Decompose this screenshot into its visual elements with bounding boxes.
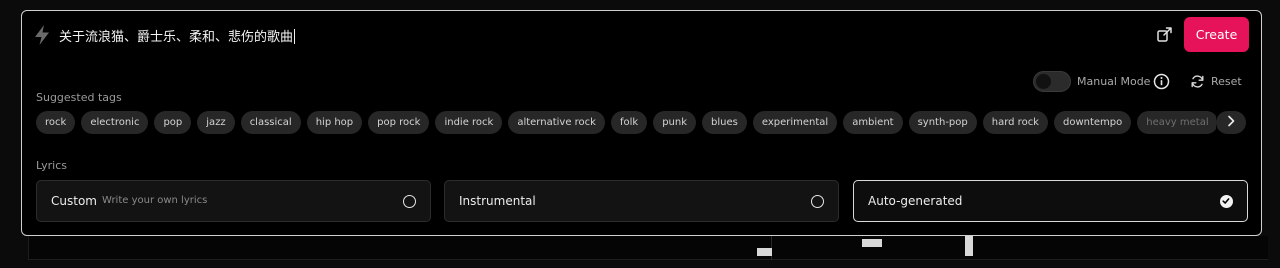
text-caret (294, 29, 296, 44)
tag-chip[interactable]: experimental (752, 111, 838, 134)
refresh-icon[interactable] (1190, 74, 1205, 89)
suggested-tags-list: rock electronic pop jazz classical hip hop pop… (36, 111, 1216, 135)
lyrics-option-auto-generated[interactable]: Auto-generated (853, 180, 1248, 222)
lyrics-option-label: Instrumental (459, 194, 536, 208)
tag-chip[interactable]: hip hop (306, 111, 363, 134)
background-block (862, 239, 882, 247)
toggle-knob (1036, 74, 1051, 89)
lyrics-option-label: Auto-generated (868, 194, 963, 208)
tag-chip[interactable]: ambient (843, 111, 903, 134)
tag-chip[interactable]: indie rock (435, 111, 503, 134)
radio-button[interactable] (811, 195, 824, 208)
check-icon (1222, 198, 1230, 204)
tag-chip[interactable]: folk (610, 111, 648, 134)
chevron-right-icon (1228, 115, 1235, 127)
tag-chip[interactable]: alternative rock (508, 111, 605, 134)
prompt-row: 关于流浪猫、爵士乐、柔和、悲伤的歌曲 Create (22, 11, 1261, 59)
tags-next-button[interactable] (1216, 111, 1246, 134)
song-prompt-panel: 关于流浪猫、爵士乐、柔和、悲伤的歌曲 Create Manual Mode Re… (21, 10, 1262, 236)
background-content (28, 236, 1268, 260)
lyrics-option-label: Custom (51, 194, 97, 208)
tag-chip[interactable]: hard rock (982, 111, 1048, 134)
tag-chip[interactable]: rock (36, 111, 76, 134)
tag-chip[interactable]: blues (702, 111, 747, 134)
lyrics-option-custom[interactable]: Custom Write your own lyrics (36, 180, 431, 222)
share-icon[interactable] (1156, 25, 1174, 43)
prompt-input[interactable]: 关于流浪猫、爵士乐、柔和、悲伤的歌曲 (59, 26, 296, 45)
tag-chip[interactable]: pop (154, 111, 192, 134)
tag-chip[interactable]: electronic (81, 111, 149, 134)
create-button[interactable]: Create (1184, 17, 1249, 52)
info-icon[interactable] (1153, 73, 1170, 90)
radio-button-selected[interactable] (1220, 195, 1233, 208)
reset-button[interactable]: Reset (1211, 75, 1242, 88)
lyrics-heading: Lyrics (36, 159, 67, 172)
suggested-tags-heading: Suggested tags (36, 91, 122, 104)
tag-chip[interactable]: punk (653, 111, 697, 134)
manual-mode-toggle[interactable] (1033, 71, 1071, 92)
radio-button[interactable] (403, 195, 416, 208)
manual-mode-label: Manual Mode (1077, 75, 1151, 88)
lyrics-option-sublabel: Write your own lyrics (102, 195, 208, 206)
lyrics-option-instrumental[interactable]: Instrumental (444, 180, 839, 222)
tag-chip[interactable]: classical (240, 111, 301, 134)
prompt-text: 关于流浪猫、爵士乐、柔和、悲伤的歌曲 (59, 30, 294, 45)
background-block (965, 236, 973, 256)
tag-chip[interactable]: pop rock (368, 111, 430, 134)
tag-chip[interactable]: heavy metal (1137, 111, 1216, 134)
bolt-icon (35, 25, 49, 45)
tag-chip[interactable]: jazz (197, 111, 235, 134)
background-block (757, 248, 772, 256)
tag-chip[interactable]: downtempo (1053, 111, 1132, 134)
tag-chip[interactable]: synth-pop (908, 111, 977, 134)
